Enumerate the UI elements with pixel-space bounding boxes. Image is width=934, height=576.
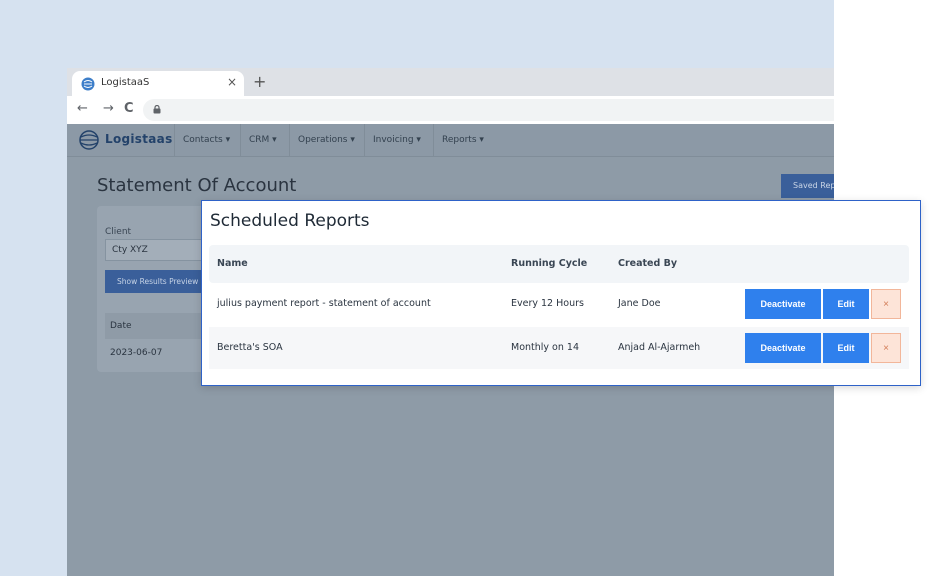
logistaas-logo[interactable]: Logistaas: [79, 130, 179, 150]
browser-tab[interactable]: LogistaaS ×: [72, 71, 244, 96]
report-name: julius payment report - statement of acc…: [217, 298, 431, 309]
nav-reports[interactable]: Reports ▾: [433, 124, 492, 156]
running-cycle: Monthly on 14: [511, 342, 579, 353]
app-navbar: Logistaas Contacts ▾ CRM ▾ Operations ▾ …: [67, 124, 834, 157]
client-label: Client: [105, 227, 132, 237]
tab-title: LogistaaS: [101, 77, 150, 88]
scheduled-reports-modal: Scheduled Reports Name Running Cycle Cre…: [201, 200, 921, 386]
table-header: Name Running Cycle Created By: [209, 245, 909, 283]
modal-title: Scheduled Reports: [210, 211, 370, 231]
created-by: Jane Doe: [618, 298, 661, 309]
deactivate-button[interactable]: Deactivate: [745, 289, 821, 319]
address-bar: ← → C: [67, 96, 834, 124]
nav-operations[interactable]: Operations ▾: [289, 124, 363, 156]
close-tab-icon[interactable]: ×: [227, 75, 237, 89]
url-input[interactable]: [143, 99, 834, 121]
logo-text: Logistaas: [105, 132, 173, 146]
column-header-running-cycle: Running Cycle: [511, 258, 588, 269]
created-by: Anjad Al-Ajarmeh: [618, 342, 701, 353]
delete-button[interactable]: ×: [871, 289, 901, 319]
table-row: Beretta's SOA Monthly on 14 Anjad Al-Aja…: [209, 327, 909, 369]
lock-icon: [153, 105, 161, 114]
filter-card: Client Cty XYZ Show Results Preview Date…: [97, 206, 207, 372]
report-name: Beretta's SOA: [217, 342, 283, 353]
column-header-name: Name: [217, 258, 248, 269]
edit-button[interactable]: Edit: [823, 289, 869, 319]
back-arrow-icon[interactable]: ←: [77, 101, 88, 116]
forward-arrow-icon[interactable]: →: [103, 101, 114, 116]
deactivate-button[interactable]: Deactivate: [745, 333, 821, 363]
date-column-header: Date: [105, 313, 205, 339]
browser-tab-bar: LogistaaS × +: [67, 68, 834, 96]
edit-button[interactable]: Edit: [823, 333, 869, 363]
delete-button[interactable]: ×: [871, 333, 901, 363]
nav-contacts[interactable]: Contacts ▾: [174, 124, 238, 156]
logistaas-favicon-icon: [81, 77, 95, 91]
reload-icon[interactable]: C: [124, 101, 134, 116]
saved-reports-button[interactable]: Saved Repo: [781, 174, 834, 198]
running-cycle: Every 12 Hours: [511, 298, 584, 309]
table-row: julius payment report - statement of acc…: [209, 283, 909, 325]
logo-globe-icon: [79, 130, 99, 150]
nav-crm[interactable]: CRM ▾: [240, 124, 285, 156]
new-tab-icon[interactable]: +: [253, 72, 266, 91]
show-results-preview-button[interactable]: Show Results Preview: [105, 270, 205, 293]
client-select[interactable]: Cty XYZ: [105, 239, 205, 261]
page-title: Statement Of Account: [97, 175, 297, 196]
nav-invoicing[interactable]: Invoicing ▾: [364, 124, 429, 156]
date-cell: 2023-06-07: [110, 348, 163, 358]
column-header-created-by: Created By: [618, 258, 678, 269]
